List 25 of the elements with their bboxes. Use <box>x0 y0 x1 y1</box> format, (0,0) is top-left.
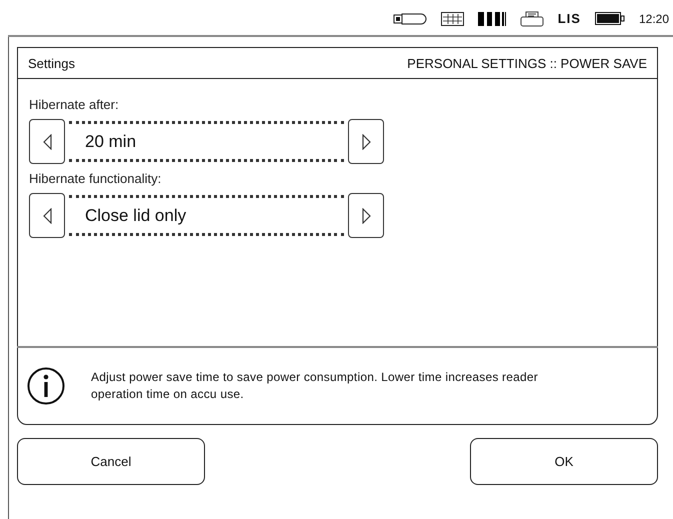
clock-time: 12:20 <box>638 12 669 26</box>
barcode-icon <box>478 12 506 26</box>
setting-value: Close lid only <box>69 195 344 236</box>
previous-button[interactable] <box>29 119 65 164</box>
lis-status: LIS <box>558 11 581 26</box>
left-arrow-icon <box>42 208 52 224</box>
right-arrow-icon <box>362 208 370 224</box>
left-arrow-icon <box>42 134 52 150</box>
previous-button[interactable] <box>29 193 65 238</box>
setting-value: 20 min <box>69 121 344 162</box>
right-arrow-icon <box>362 134 370 150</box>
usb-stick-icon <box>392 12 427 24</box>
printer-icon <box>520 10 544 26</box>
breadcrumb: PERSONAL SETTINGS :: POWER SAVE <box>407 56 647 70</box>
keyboard-icon <box>440 12 464 26</box>
setting-label: Hibernate after: <box>29 97 119 112</box>
dialog-button[interactable]: Cancel <box>17 438 205 485</box>
next-button[interactable] <box>348 119 384 164</box>
info-text: Adjust power save time to save power consumption. Lower time increases reader operation time on accu use. <box>91 369 539 403</box>
info-icon <box>27 367 65 405</box>
battery-icon <box>594 12 625 25</box>
dialog-button[interactable]: OK <box>470 438 658 485</box>
next-button[interactable] <box>348 193 384 238</box>
setting-label: Hibernate functionality: <box>29 171 162 186</box>
panel-title: Settings <box>28 56 75 70</box>
